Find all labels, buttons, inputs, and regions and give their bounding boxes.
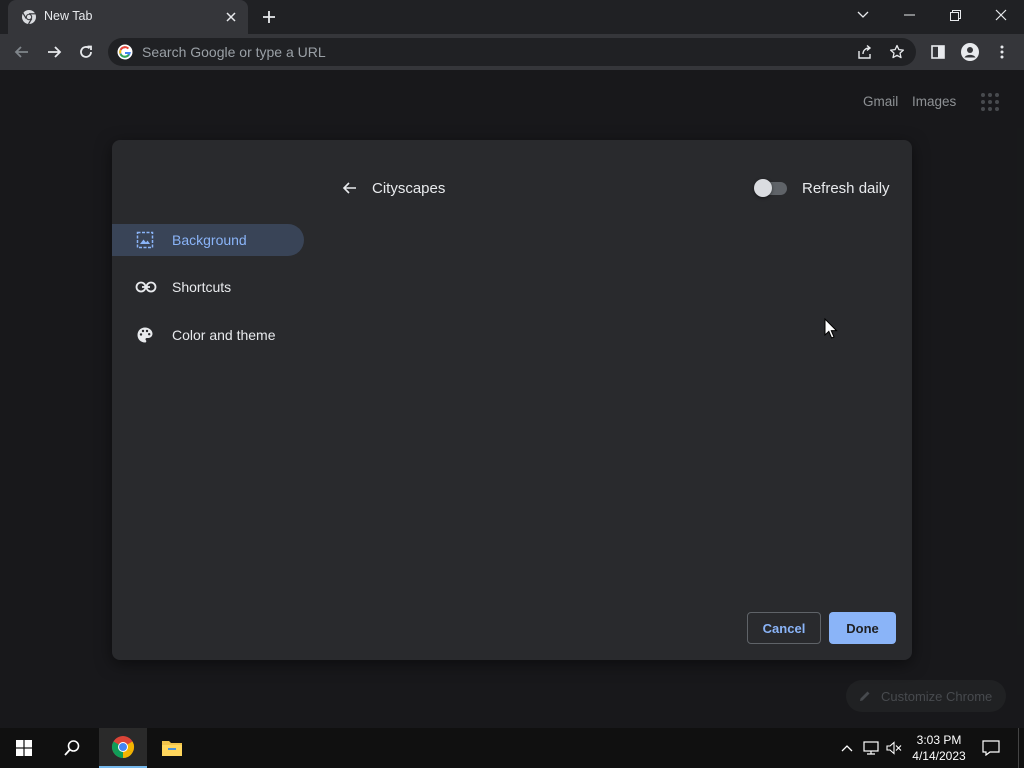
search-button[interactable] [48, 728, 96, 768]
menu-button[interactable] [988, 38, 1016, 66]
close-tab-button[interactable] [222, 8, 240, 26]
arrow-right-icon [48, 46, 62, 58]
restore-button[interactable] [932, 0, 978, 30]
close-icon [995, 9, 1007, 21]
reload-button[interactable] [72, 38, 100, 66]
arrow-left-icon [342, 182, 356, 194]
google-icon [117, 44, 133, 60]
nav-item-color-theme[interactable]: Color and theme [112, 319, 304, 351]
chevron-down-icon [857, 11, 869, 18]
forward-button[interactable] [40, 38, 68, 66]
omnibox-input[interactable] [142, 38, 842, 66]
avatar-icon [961, 43, 979, 61]
bookmark-button[interactable] [888, 43, 906, 61]
nav-label-shortcuts: Shortcuts [172, 279, 232, 295]
arrow-left-icon [14, 46, 28, 58]
link-icon [135, 281, 157, 293]
taskbar-file-explorer-button[interactable] [148, 728, 196, 768]
back-button[interactable] [8, 38, 36, 66]
notification-icon [982, 740, 1000, 756]
more-vert-icon [1000, 45, 1004, 59]
windows-logo-icon [16, 740, 32, 756]
restore-icon [949, 9, 961, 21]
chrome-icon [112, 736, 134, 758]
chevron-up-icon [841, 745, 853, 752]
start-button[interactable] [0, 728, 48, 768]
minimize-button[interactable] [886, 0, 932, 30]
windows-taskbar: 3:03 PM 4/14/2023 [0, 728, 1024, 768]
tab-new-tab[interactable]: New Tab [8, 0, 248, 34]
notifications-button[interactable] [982, 739, 1000, 757]
browser-toolbar [0, 34, 1024, 70]
taskbar-chrome-button[interactable] [99, 728, 147, 768]
network-button[interactable] [862, 739, 880, 757]
clock-time: 3:03 PM [916, 733, 962, 747]
folder-icon [162, 741, 182, 756]
refresh-daily-label: Refresh daily [802, 180, 890, 197]
share-button[interactable] [856, 43, 874, 61]
tab-search-button[interactable] [840, 0, 886, 30]
reload-icon [80, 45, 92, 58]
volume-button[interactable] [885, 739, 903, 757]
nav-label-color-theme: Color and theme [172, 327, 276, 343]
new-tab-button[interactable] [258, 6, 280, 28]
toggle-knob [754, 179, 772, 197]
star-icon [889, 44, 905, 59]
mouse-cursor-icon [824, 318, 838, 339]
close-window-button[interactable] [978, 0, 1024, 30]
minimize-icon [903, 14, 915, 16]
image-icon [136, 231, 154, 249]
search-icon [64, 740, 80, 756]
show-desktop-button[interactable] [1018, 728, 1024, 768]
collection-title: Cityscapes [372, 180, 446, 197]
omnibox[interactable] [108, 38, 916, 66]
side-panel-icon [931, 45, 945, 59]
show-hidden-icons-button[interactable] [838, 739, 856, 757]
tab-strip: New Tab [0, 0, 1024, 34]
volume-muted-icon [886, 741, 902, 755]
nav-item-shortcuts[interactable]: Shortcuts [112, 271, 304, 303]
cancel-button[interactable]: Cancel [747, 612, 821, 644]
collection-back-button[interactable] [340, 178, 360, 198]
clock-date: 4/14/2023 [912, 749, 966, 763]
side-panel-button[interactable] [924, 38, 952, 66]
tab-title: New Tab [44, 9, 93, 23]
network-icon [863, 741, 879, 755]
palette-icon [137, 327, 153, 343]
done-button[interactable]: Done [829, 612, 896, 644]
share-icon [858, 44, 872, 59]
chrome-icon [22, 10, 36, 25]
close-icon [226, 12, 236, 22]
nav-label-background: Background [172, 232, 247, 248]
customize-dialog: Background Shortcuts Color and theme Cit… [112, 140, 912, 660]
plus-icon [263, 11, 275, 23]
refresh-daily-toggle[interactable] [754, 179, 787, 197]
nav-item-background[interactable]: Background [112, 224, 304, 256]
system-clock[interactable]: 3:03 PM 4/14/2023 [904, 732, 974, 764]
profile-button[interactable] [956, 38, 984, 66]
